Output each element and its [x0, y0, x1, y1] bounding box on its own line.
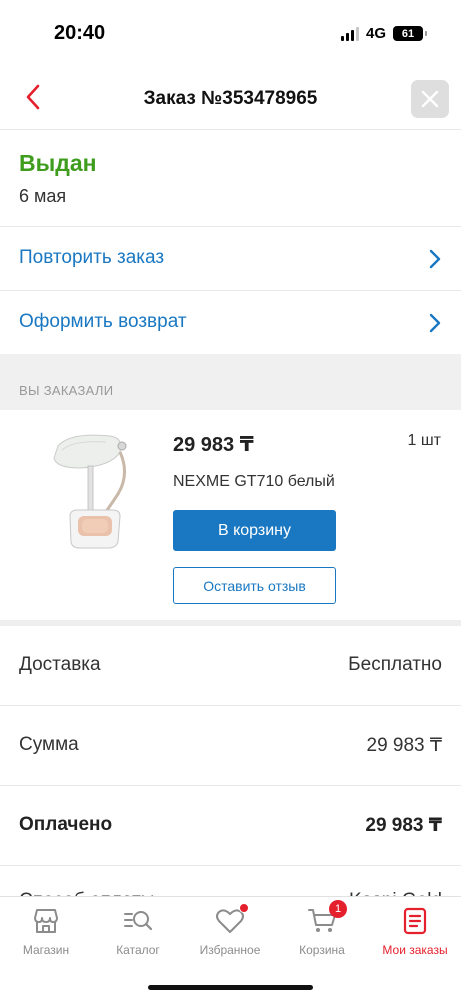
sum-row: Сумма 29 983 ₸	[0, 706, 461, 786]
nav-cart[interactable]: 1 Корзина	[276, 900, 368, 967]
ordered-section-title: ВЫ ЗАКАЗАЛИ	[19, 383, 114, 398]
product-image[interactable]	[40, 424, 140, 554]
chevron-right-icon	[429, 313, 441, 333]
nav-cart-label: Корзина	[299, 943, 345, 957]
signal-icon	[340, 26, 359, 41]
page-title: Заказ №353478965	[143, 88, 318, 109]
close-button[interactable]	[411, 80, 449, 118]
delivery-label: Доставка	[19, 654, 101, 675]
sum-value: 29 983 ₸	[366, 735, 442, 756]
product-quantity: 1 шт	[407, 432, 441, 449]
paid-label: Оплачено	[19, 814, 113, 835]
favorites-badge-dot	[239, 903, 249, 913]
delivery-value: Бесплатно	[348, 654, 442, 675]
nav-favorites-label: Избранное	[199, 943, 261, 957]
battery-icon: 61	[393, 26, 427, 41]
add-to-cart-button[interactable]: В корзину	[173, 510, 336, 551]
order-date: 6 мая	[19, 186, 67, 206]
cart-badge-count: 1	[329, 900, 347, 918]
product-price: 29 983 ₸	[173, 434, 254, 456]
return-order-row[interactable]: Оформить возврат	[0, 290, 461, 354]
delivery-row: Доставка Бесплатно	[0, 626, 461, 706]
store-icon	[34, 909, 58, 933]
header: Заказ №353478965	[0, 64, 461, 130]
repeat-order-row[interactable]: Повторить заказ	[0, 226, 461, 290]
status-bar: 20:40 4G 61	[0, 0, 461, 64]
nav-favorites[interactable]: Избранное	[184, 903, 276, 967]
ordered-product: 29 983 ₸ 1 шт NEXME GT710 белый В корзин…	[0, 410, 461, 620]
paid-row: Оплачено 29 983 ₸	[0, 786, 461, 866]
nav-catalog-label: Каталог	[116, 943, 160, 957]
chevron-right-icon	[429, 249, 441, 269]
status-time: 20:40	[54, 22, 106, 44]
home-indicator	[148, 985, 313, 990]
catalog-search-icon	[124, 911, 153, 931]
leave-review-button[interactable]: Оставить отзыв	[173, 567, 336, 604]
nav-my-orders[interactable]: Мои заказы	[369, 907, 461, 967]
nav-catalog[interactable]: Каталог	[92, 907, 184, 967]
status-indicators: 4G 61	[340, 25, 427, 42]
repeat-order-label: Повторить заказ	[19, 247, 165, 268]
product-name[interactable]: NEXME GT710 белый	[173, 473, 335, 491]
order-status: Выдан	[19, 150, 97, 176]
paid-value: 29 983 ₸	[365, 815, 442, 836]
network-type: 4G	[365, 25, 386, 42]
sum-label: Сумма	[19, 734, 79, 755]
nav-store-label: Магазин	[22, 943, 70, 957]
nav-store[interactable]: Магазин	[0, 907, 92, 967]
bottom-nav: Магазин Каталог Избранное 1 Корзина Мои …	[0, 896, 461, 999]
nav-my-orders-label: Мои заказы	[382, 943, 448, 957]
orders-icon	[403, 907, 427, 935]
return-order-label: Оформить возврат	[19, 311, 187, 332]
close-icon	[421, 90, 439, 108]
ordered-section-header: ВЫ ЗАКАЗАЛИ	[0, 354, 461, 410]
battery-level: 61	[401, 27, 415, 40]
